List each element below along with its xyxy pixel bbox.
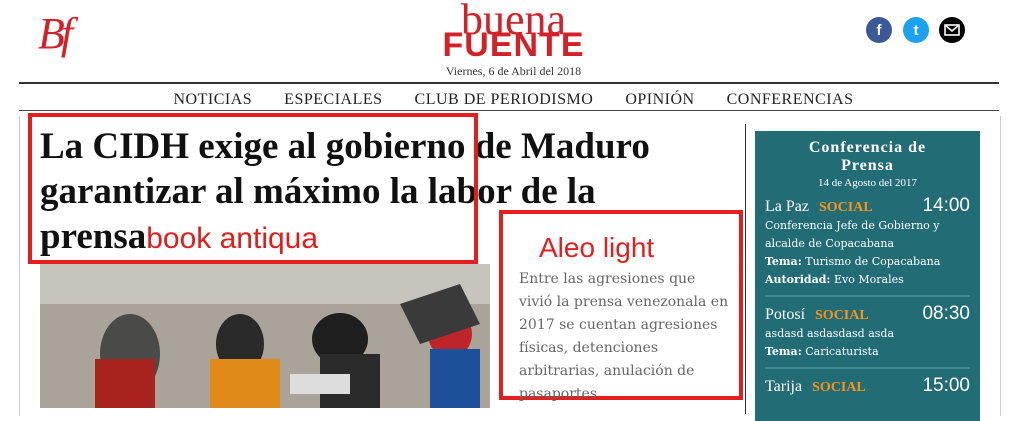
event-item[interactable]: La Paz SOCIAL 14:00 Conferencia Jefe de … <box>755 195 980 297</box>
sidebar-title-line1: Conferencia de <box>808 139 927 156</box>
article-photo[interactable] <box>40 264 490 408</box>
event-authority-value: Evo Morales <box>834 273 904 286</box>
header-divider <box>19 82 999 84</box>
nav-item-noticias[interactable]: NOTICIAS <box>174 91 253 109</box>
event-divider <box>765 367 970 369</box>
event-item[interactable]: Potosí SOCIAL 08:30 asdasd asdasdasd asd… <box>755 303 980 369</box>
event-description: asdasd asdasdasd asda <box>765 327 895 340</box>
event-topic-label: Tema: <box>765 255 802 268</box>
event-description: Conferencia Jefe de Gobierno y alcalde d… <box>765 219 940 250</box>
press-conference-sidebar: Conferencia de Prensa 14 de Agosto del 2… <box>755 131 980 421</box>
event-topic: Tema: Caricaturista <box>765 343 970 361</box>
event-topic: Tema: Turismo de Copacabana <box>765 253 970 271</box>
event-time: 14:00 <box>922 195 970 216</box>
nav-item-opinion[interactable]: OPINIÓN <box>625 91 694 109</box>
twitter-icon[interactable]: t <box>903 17 929 43</box>
event-city: Potosí <box>765 306 806 323</box>
event-time: 08:30 <box>922 303 970 324</box>
event-tag[interactable]: SOCIAL <box>812 380 866 396</box>
event-tag[interactable]: SOCIAL <box>815 308 869 324</box>
event-topic-label: Tema: <box>765 345 802 358</box>
headline-annotation-box <box>28 113 478 264</box>
event-city: La Paz <box>765 198 809 215</box>
sidebar-title-line2: Prensa <box>841 157 894 174</box>
event-time: 15:00 <box>922 375 970 396</box>
column-separator <box>745 124 746 414</box>
header-date: Viernes, 6 de Abril del 2018 <box>445 64 582 78</box>
nav-divider <box>19 110 999 111</box>
main-nav: NOTICIAS ESPECIALES CLUB DE PERIODISMO O… <box>0 91 1027 109</box>
teaser-annotation-label: Aleo light <box>539 232 655 263</box>
sidebar-title[interactable]: Conferencia de Prensa <box>755 139 980 175</box>
nav-item-especiales[interactable]: ESPECIALES <box>284 91 382 109</box>
event-authority: Autoridad: Evo Morales <box>765 271 970 289</box>
event-city: Tarija <box>765 378 803 395</box>
event-divider <box>765 295 970 297</box>
nav-item-conferencias[interactable]: CONFERENCIAS <box>727 91 854 109</box>
nav-item-club-de-periodismo[interactable]: CLUB DE PERIODISMO <box>415 91 594 109</box>
mail-icon[interactable] <box>939 17 965 43</box>
article-teaser[interactable]: Entre las agresiones que vivió la prensa… <box>519 268 731 406</box>
sidebar-date: 14 de Agosto del 2017 <box>818 177 917 189</box>
event-tag[interactable]: SOCIAL <box>819 200 873 216</box>
event-topic-value: Turismo de Copacabana <box>805 255 941 268</box>
event-authority-label: Autoridad: <box>765 273 831 286</box>
event-item[interactable]: Tarija SOCIAL 15:00 <box>755 375 980 397</box>
event-topic-value: Caricaturista <box>805 345 879 358</box>
facebook-icon[interactable]: f <box>866 17 892 43</box>
